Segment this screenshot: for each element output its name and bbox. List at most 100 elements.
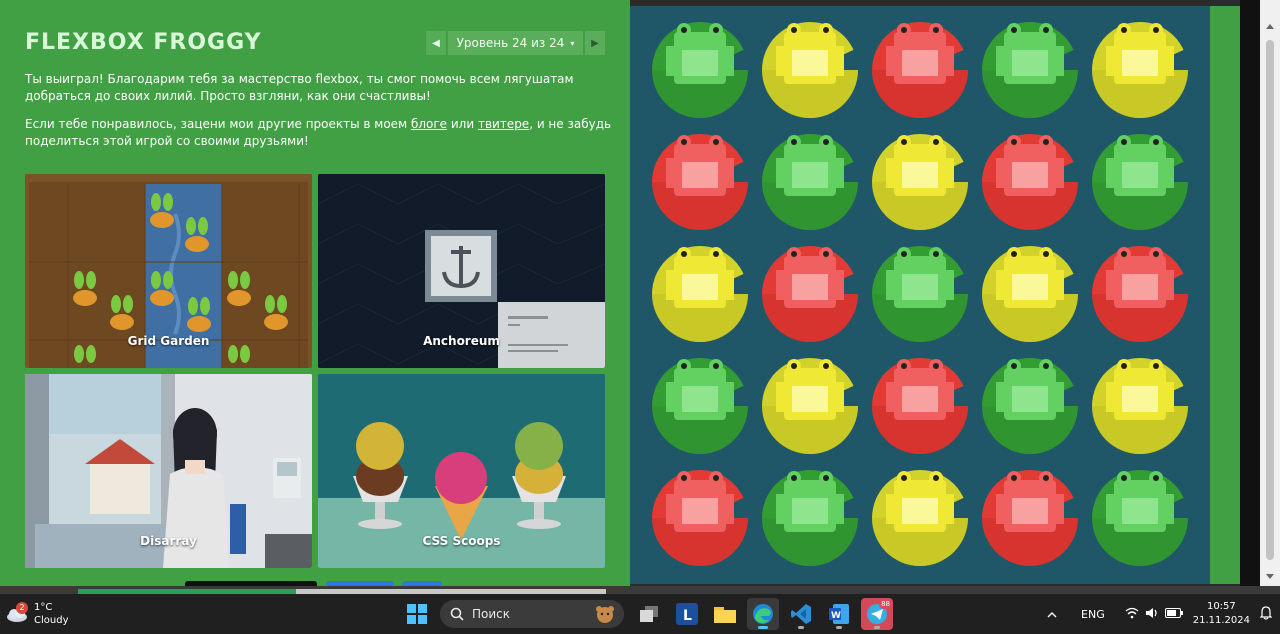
frog-leg-right bbox=[724, 382, 734, 412]
frog-leg-left bbox=[886, 46, 896, 76]
notification-bell-icon[interactable] bbox=[1259, 605, 1273, 623]
weather-widget[interactable]: 2 1°C Cloudy bbox=[6, 597, 68, 631]
frog-leg-right bbox=[1054, 382, 1064, 412]
svg-text:L: L bbox=[683, 608, 692, 624]
scroll-up-icon[interactable] bbox=[1266, 24, 1274, 29]
triangle-left-icon: ◀ bbox=[432, 37, 440, 49]
frog-pupil-left bbox=[681, 475, 687, 481]
blog-link[interactable]: блоге bbox=[411, 117, 447, 131]
frog-leg-right bbox=[834, 158, 844, 188]
taskbar-search[interactable]: Поиск bbox=[440, 600, 624, 628]
frog-pupil-right bbox=[1153, 363, 1159, 369]
frog-pupil-left bbox=[1121, 363, 1127, 369]
frog-leg-left bbox=[996, 270, 1006, 300]
lily-pad-with-frog bbox=[872, 358, 972, 454]
pond-border bbox=[1210, 6, 1240, 584]
frog-belly bbox=[792, 498, 828, 524]
app-l-button[interactable]: L bbox=[671, 598, 703, 630]
frog-leg-right bbox=[724, 46, 734, 76]
frog-pupil-left bbox=[791, 363, 797, 369]
battery-icon[interactable] bbox=[1164, 607, 1183, 621]
project-card-anchoreum[interactable]: Anchoreum bbox=[318, 174, 605, 368]
pond-svg bbox=[652, 22, 1192, 566]
next-level-button[interactable]: ▶ bbox=[585, 31, 605, 55]
running-indicator bbox=[798, 626, 804, 629]
frog-leg-left bbox=[996, 46, 1006, 76]
word-button[interactable]: W bbox=[823, 598, 855, 630]
project-label: CSS Scoops bbox=[422, 534, 501, 548]
frog-leg-right bbox=[834, 46, 844, 76]
project-card-css-scoops[interactable]: CSS Scoops bbox=[318, 374, 605, 568]
frog-pupil-left bbox=[681, 139, 687, 145]
frog-leg-left bbox=[776, 46, 786, 76]
search-highlight-icon bbox=[596, 606, 614, 623]
project-label: Disarray bbox=[140, 534, 197, 548]
frog-belly bbox=[902, 50, 938, 76]
frog-leg-left bbox=[996, 158, 1006, 188]
lily-pad-with-frog bbox=[982, 246, 1082, 342]
frog-pupil-left bbox=[681, 363, 687, 369]
frog-pupil-right bbox=[933, 475, 939, 481]
frog-belly bbox=[902, 498, 938, 524]
frog-leg-left bbox=[776, 382, 786, 412]
share-message: Если тебе понравилось, зацени мои другие… bbox=[25, 116, 615, 150]
lily-pad-with-frog bbox=[1092, 358, 1192, 454]
chevron-up-icon[interactable] bbox=[1047, 608, 1057, 621]
task-view-button[interactable] bbox=[633, 598, 665, 630]
frog-pupil-right bbox=[1043, 475, 1049, 481]
frog-leg-left bbox=[776, 494, 786, 524]
lily-pad-with-frog bbox=[762, 22, 862, 118]
frog-belly bbox=[792, 50, 828, 76]
vscode-button[interactable] bbox=[785, 598, 817, 630]
frog-leg-right bbox=[1054, 494, 1064, 524]
frog-leg-right bbox=[944, 270, 954, 300]
frog-belly bbox=[792, 274, 828, 300]
lily-pad-with-frog bbox=[982, 470, 1082, 566]
frog-belly bbox=[902, 274, 938, 300]
previous-level-button[interactable]: ◀ bbox=[426, 31, 446, 55]
language-indicator[interactable]: ENG bbox=[1081, 608, 1105, 621]
volume-icon[interactable] bbox=[1145, 607, 1159, 622]
frog-leg-right bbox=[944, 158, 954, 188]
twitter-link[interactable]: твитере bbox=[478, 117, 529, 131]
lily-pad-with-frog bbox=[652, 134, 752, 230]
frog-leg-left bbox=[666, 270, 676, 300]
frog-leg-left bbox=[996, 382, 1006, 412]
file-explorer-button[interactable] bbox=[709, 598, 741, 630]
frog-leg-left bbox=[886, 270, 896, 300]
scrollbar-thumb[interactable] bbox=[1266, 40, 1274, 560]
project-card-disarray[interactable]: Disarray bbox=[25, 374, 312, 568]
lily-pad-with-frog bbox=[872, 22, 972, 118]
frog-pupil-right bbox=[713, 251, 719, 257]
windows-taskbar: 2 1°C Cloudy Поиск L W 88 ENG 10:57 21.1… bbox=[0, 594, 1280, 634]
lily-pad-with-frog bbox=[762, 358, 862, 454]
frog-belly bbox=[902, 386, 938, 412]
frog-pupil-left bbox=[791, 139, 797, 145]
frog-leg-right bbox=[1054, 46, 1064, 76]
frog-leg-left bbox=[666, 46, 676, 76]
frog-pupil-right bbox=[933, 251, 939, 257]
task-view-icon bbox=[640, 606, 658, 622]
scroll-down-icon[interactable] bbox=[1266, 574, 1274, 579]
frog-pupil-left bbox=[1121, 251, 1127, 257]
windows-icon bbox=[407, 604, 427, 624]
telegram-badge: 88 bbox=[879, 599, 892, 609]
frog-leg-left bbox=[666, 494, 676, 524]
clock[interactable]: 10:57 21.11.2024 bbox=[1193, 600, 1250, 628]
frog-leg-right bbox=[834, 494, 844, 524]
wifi-icon[interactable] bbox=[1125, 607, 1139, 622]
instructions-panel: FLEXBOX FROGGY ◀ Уровень 24 из 24 ▾ ▶ Ты… bbox=[0, 0, 630, 594]
telegram-button[interactable]: 88 bbox=[861, 598, 893, 630]
frog-leg-right bbox=[724, 270, 734, 300]
level-indicator[interactable]: Уровень 24 из 24 ▾ bbox=[448, 31, 583, 55]
frog-leg-left bbox=[886, 382, 896, 412]
start-button[interactable] bbox=[401, 598, 433, 630]
edge-browser-button[interactable] bbox=[747, 598, 779, 630]
pond-board bbox=[630, 6, 1210, 584]
running-indicator bbox=[836, 626, 842, 629]
frog-pupil-right bbox=[713, 139, 719, 145]
frog-pupil-right bbox=[1153, 251, 1159, 257]
project-card-grid-garden[interactable]: Grid Garden bbox=[25, 174, 312, 368]
word-icon: W bbox=[829, 604, 849, 624]
active-indicator bbox=[758, 626, 768, 629]
